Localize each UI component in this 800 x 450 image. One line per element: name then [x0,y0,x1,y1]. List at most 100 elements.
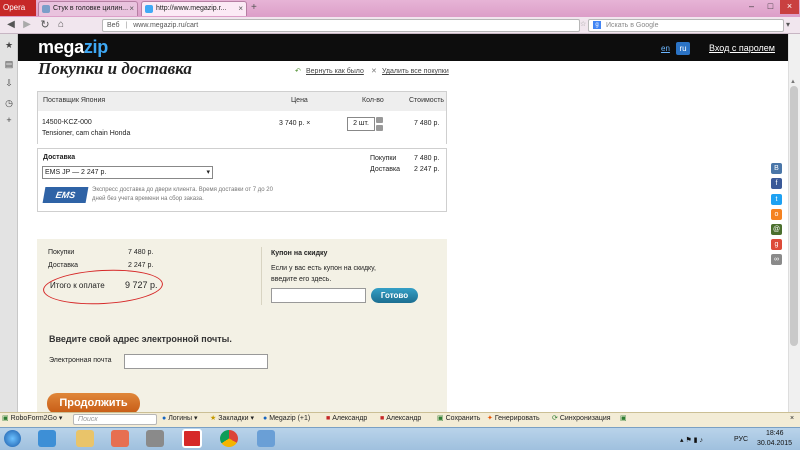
clock-date[interactable]: 30.04.2015 [757,440,792,447]
login-link[interactable]: Вход с паролем [709,43,775,53]
divider [261,247,262,305]
minimize-icon[interactable]: – [742,0,761,14]
facebook-icon[interactable]: f [771,178,782,189]
price-header: Цена [291,97,308,104]
scroll-up-icon[interactable]: ▲ [790,79,796,85]
bookmarks-menu[interactable]: ★ Закладки ▾ [210,414,254,424]
qty-down-icon[interactable] [376,125,383,131]
roboform-options-icon[interactable]: ▣ [620,414,627,424]
generate-item[interactable]: ✦ Генерировать [487,414,540,424]
internet-explorer-icon[interactable] [38,430,56,447]
star-icon[interactable]: ☆ [580,20,586,28]
identity-item-2[interactable]: ■ Александр [380,414,421,424]
summary-shipping-value: 2 247 р. [128,262,154,269]
summary-purchases-label: Покупки [48,249,75,256]
address-url: www.megazip.ru/cart [133,22,199,29]
window-close-icon[interactable]: × [780,0,799,14]
app-icon[interactable] [111,430,129,447]
toolbar-close-icon[interactable]: × [790,414,794,424]
email-label: Электронная почта [49,357,112,364]
qty-up-icon[interactable] [376,117,383,123]
lang-ru-badge[interactable]: ru [676,42,690,55]
coupon-submit-button[interactable]: Готово [371,288,418,303]
odnoklassniki-icon[interactable]: o [771,209,782,220]
google-plus-icon[interactable]: g [771,239,782,250]
calculator-icon[interactable] [257,430,275,447]
logins-menu[interactable]: ● Логины ▾ [162,414,198,424]
close-icon[interactable]: × [129,4,134,13]
search-field[interactable]: g Искать в Google [588,19,784,32]
delivery-selected: EMS JP — 2 247 р. [45,169,107,176]
undo-icon[interactable]: ↶ [295,67,301,75]
history-icon[interactable]: ◷ [4,98,14,108]
tab-label: Стук в головке цилин... [53,5,129,12]
tray-icons[interactable]: ▴ ⚑ ▮ ♪ [680,436,703,444]
delete-all-link[interactable]: Удалить все покупки [382,68,449,75]
google-icon: g [593,21,601,30]
search-placeholder: Искать в Google [605,22,659,29]
link-icon[interactable]: ∞ [771,254,782,265]
return-link[interactable]: Вернуть как было [306,68,364,75]
tab-label: http://www.megazip.r... [156,5,227,12]
home-icon[interactable]: ⌂ [54,18,68,32]
identity-item-1[interactable]: ■ Александр [326,414,367,424]
maximize-icon[interactable]: □ [761,0,780,14]
supplier-header: Поставщик Япония [43,97,106,104]
close-icon[interactable]: × [238,4,243,13]
opera-menu-button[interactable]: Opera [0,0,36,16]
megazip-login-item[interactable]: ● Megazip (+1) [263,414,310,424]
delivery-select[interactable]: EMS JP — 2 247 р. ▾ [42,166,213,179]
search-go-icon[interactable]: ▾ [786,20,790,29]
quantity-field[interactable]: 2 шт. [347,117,375,131]
notes-icon[interactable]: ▤ [4,59,14,69]
part-number[interactable]: 14500-KCZ-000 [42,119,92,126]
continue-button[interactable]: Продолжить [47,393,140,414]
new-tab-button[interactable]: + [251,2,257,13]
summary-purchases-value: 7 480 р. [128,249,154,256]
opera-icon[interactable] [182,429,202,448]
tab-engine[interactable]: Стук в головке цилин... × [38,1,138,16]
cost-header: Стоимость [409,97,445,104]
twitter-icon[interactable]: t [771,194,782,205]
reload-icon[interactable]: ↻ [38,18,52,32]
delivery-description: Экспресс доставка до двери клиента. Врем… [92,187,273,202]
item-price: 3 740 р. × [279,120,311,127]
app-icon[interactable] [146,430,164,447]
roboform-search[interactable]: Поиск [73,414,157,425]
page-icon [145,5,153,13]
clock-time[interactable]: 18:46 [766,430,784,437]
file-explorer-icon[interactable] [76,430,94,447]
lang-en-link[interactable]: en [661,44,670,53]
email-heading: Введите свой адрес электронной почты. [49,334,232,344]
page-title: Покупки и доставка [38,59,192,78]
bookmarks-star-icon[interactable]: ★ [4,40,14,50]
sync-item[interactable]: ⟳ Синхронизация [552,414,611,424]
delete-icon[interactable]: ✕ [371,67,377,75]
tab-megazip[interactable]: http://www.megazip.r... × [141,1,247,16]
forward-icon[interactable]: ▶ [20,18,34,32]
opera-menu-label: Opera [3,3,26,12]
language-indicator[interactable]: РУС [734,436,748,443]
address-prefix: Веб [107,22,120,29]
delivery-purchases-value: 7 480 р. [414,155,440,162]
roboform-button[interactable]: ▣ RoboForm2Go ▾ [2,414,62,424]
save-item[interactable]: ▣ Сохранить [437,414,480,424]
ems-logo: EMS [42,187,89,203]
start-button[interactable] [4,430,21,447]
vk-icon[interactable]: B [771,163,782,174]
address-field[interactable]: Веб | www.megazip.ru/cart [102,19,580,32]
delivery-purchases-label: Покупки [370,155,397,162]
chevron-down-icon: ▾ [206,169,210,176]
megazip-logo[interactable]: megazip [38,37,108,58]
downloads-icon[interactable]: ⇩ [4,78,14,88]
delivery-shipping-label: Доставка [370,166,401,173]
summary-shipping-label: Доставка [48,262,79,269]
scrollbar-thumb[interactable] [790,86,798,346]
mailru-icon[interactable]: @ [771,224,782,235]
chrome-icon[interactable] [220,430,238,447]
coupon-input[interactable] [271,288,366,303]
email-field[interactable] [124,354,268,369]
add-panel-icon[interactable]: + [4,115,14,125]
back-icon[interactable]: ◀ [4,18,18,32]
qty-header: Кол-во [362,97,384,104]
